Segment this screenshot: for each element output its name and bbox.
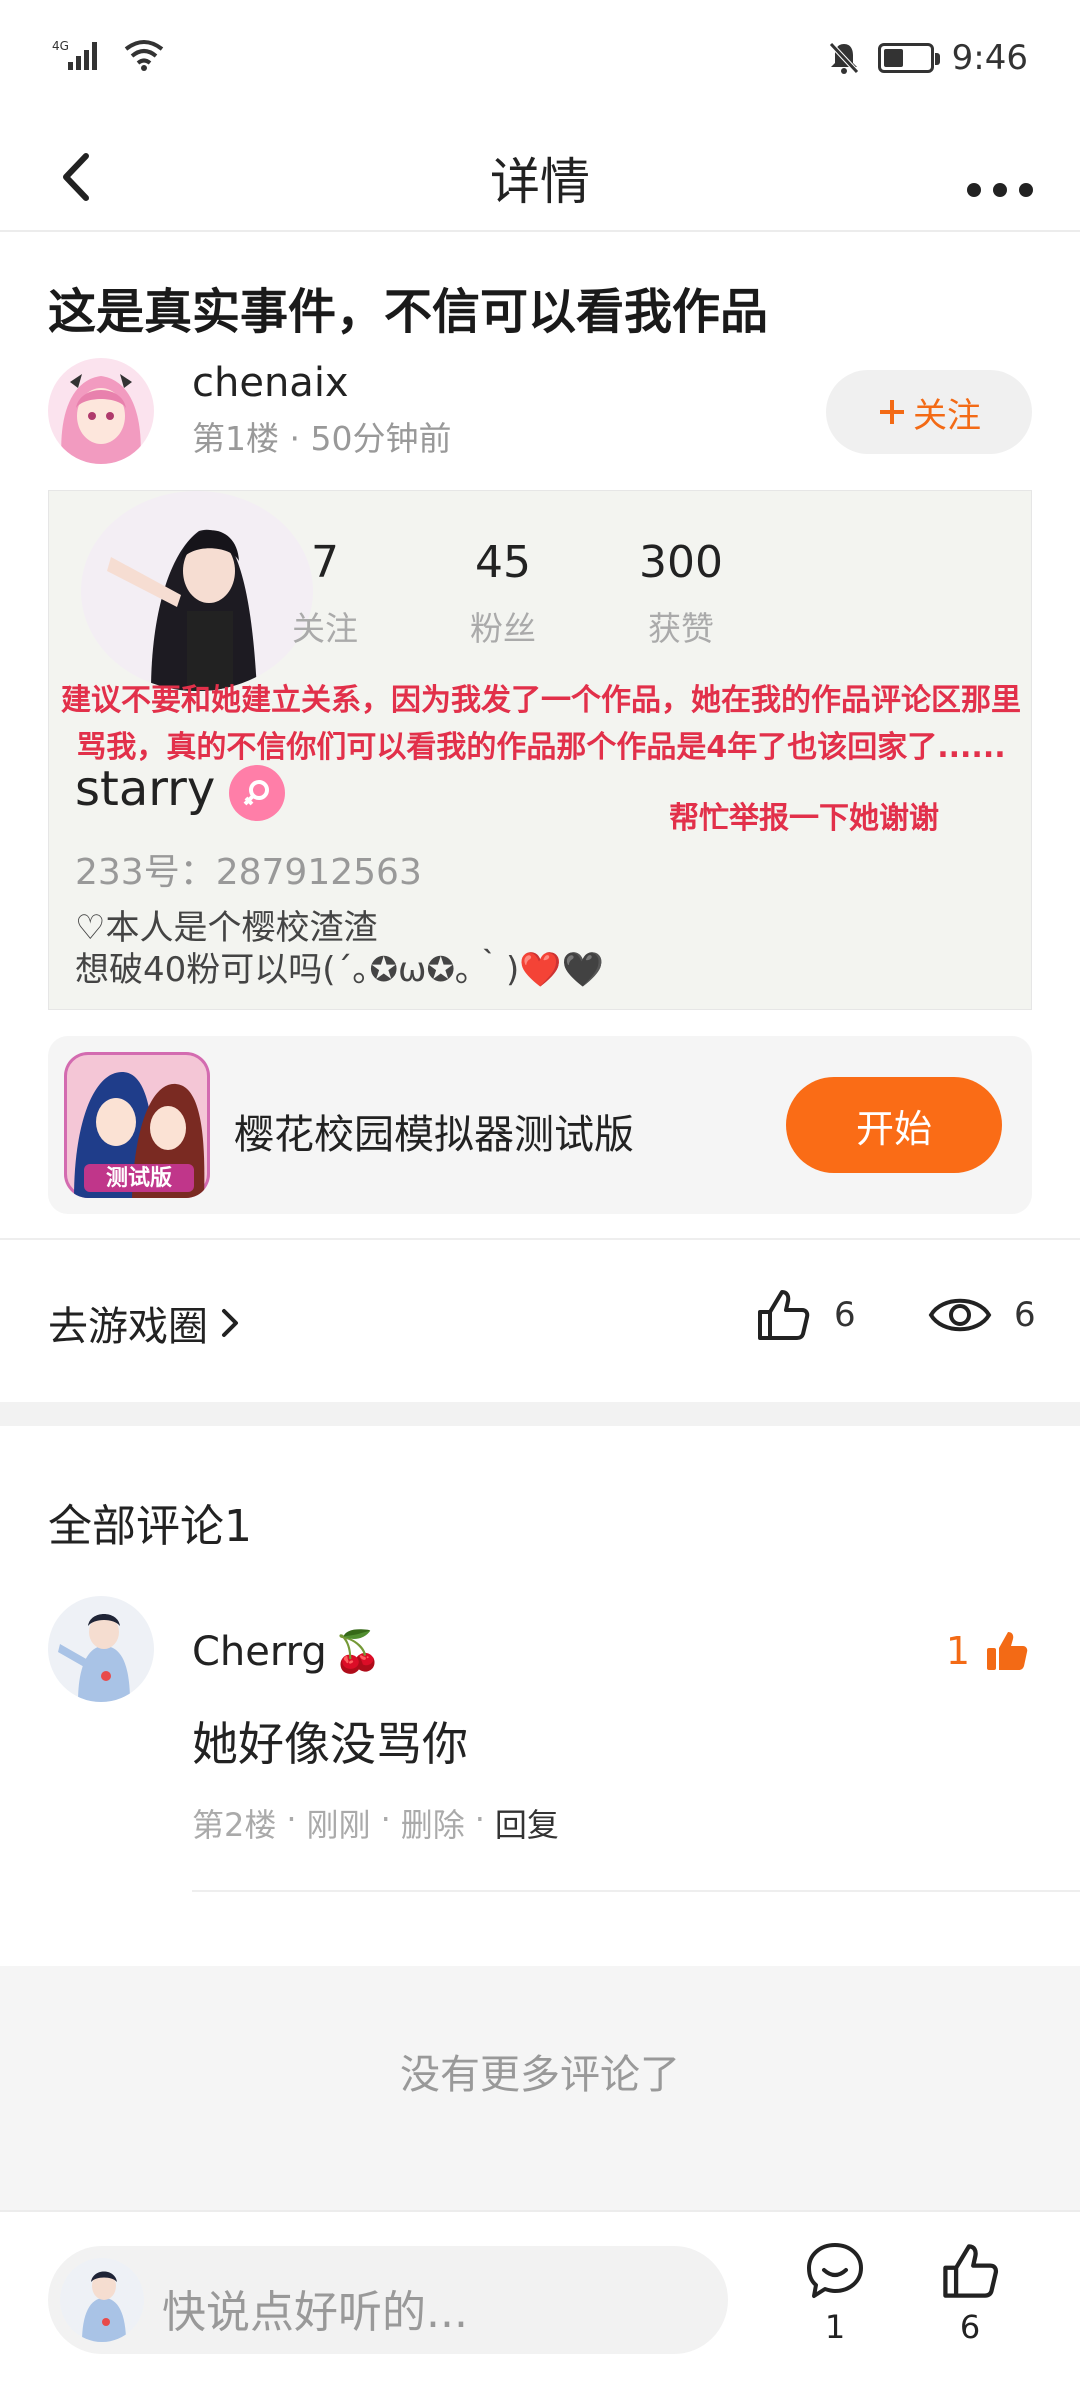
eye-icon (928, 1298, 992, 1332)
comments-header: 全部评论1 (48, 1501, 252, 1552)
status-right: 9:46 (828, 38, 1028, 78)
post-like-button[interactable]: 6 (754, 1286, 856, 1344)
notice-side-text: 帮忙举报一下她谢谢 (669, 801, 939, 836)
bell-muted-icon (828, 42, 859, 74)
profile-bio: ♡本人是个樱校渣渣 想破40粉可以吗(´｡✪ω✪｡｀)❤️🖤 (75, 907, 604, 991)
game-circle-link[interactable]: 去游戏圈 (48, 1294, 242, 1352)
start-button[interactable]: 开始 (786, 1077, 1002, 1173)
bio-line: ♡本人是个樱校渣渣 (75, 908, 378, 948)
status-bar: 4G 9:46 (0, 0, 1080, 118)
stat-label: 粉丝 (470, 609, 536, 648)
view-count: 6 (1014, 1295, 1036, 1335)
signal-icon: 4G (52, 39, 97, 70)
bio-line: 想破40粉可以吗(´｡✪ω✪｡｀)❤️🖤 (75, 950, 604, 990)
stat-label: 获赞 (648, 609, 714, 648)
chevron-right-icon (222, 1309, 238, 1337)
like-count: 6 (834, 1295, 856, 1335)
reply-button[interactable]: 回复 (495, 1800, 559, 1846)
battery-icon (877, 43, 940, 73)
notice-text: 建议不要和她建立关系，因为我发了一个作品，她在我的作品评论区那里骂我，真的不信你… (61, 683, 1021, 765)
stat-value: 300 (639, 537, 723, 588)
comment-like-button[interactable]: 1 (946, 1628, 1030, 1674)
stat-fans: 45 粉丝 (423, 537, 583, 650)
comment-divider (192, 1890, 1080, 1892)
comment-count: 1 (824, 2308, 846, 2346)
bottom-bar: 快说点好听的... 1 6 (0, 2210, 1080, 2388)
comment-author[interactable]: Cherrg 🍒 (192, 1628, 383, 1676)
comment-text: 她好像没骂你 (192, 1717, 468, 1771)
profile-id: 233号：287912563 (75, 852, 422, 893)
comment-floor: 第2楼 (192, 1806, 277, 1844)
thumbs-up-icon (758, 1290, 810, 1340)
status-left: 4G (52, 38, 164, 72)
battery-level (883, 49, 904, 67)
comment-avatar[interactable] (48, 1596, 154, 1702)
meta-separator: · (474, 1800, 485, 1838)
post-image[interactable]: 7 关注 45 粉丝 300 获赞 starry 233号：287912563 … (48, 490, 1032, 1010)
section-separator (0, 1402, 1080, 1426)
delete-button[interactable]: 删除 (401, 1800, 465, 1846)
comment-bubble-icon (807, 2243, 863, 2298)
bottom-like-button[interactable]: 6 (925, 2240, 1015, 2346)
thumbs-up-icon (943, 2244, 999, 2298)
game-circle-label: 去游戏圈 (48, 1304, 208, 1350)
stat-value: 45 (475, 537, 531, 588)
plus-icon (880, 400, 904, 424)
stat-following: 7 关注 (245, 537, 405, 650)
follow-button[interactable]: 关注 (826, 370, 1032, 454)
comment-author-name: Cherrg (192, 1628, 327, 1675)
author-meta: 第1楼 · 50分钟前 (192, 419, 452, 458)
stat-label: 关注 (292, 609, 358, 648)
author-name[interactable]: chenaix (192, 360, 349, 406)
comment-meta: 第2楼 · 刚刚 · 删除 · 回复 (192, 1800, 559, 1846)
game-card[interactable]: 测试版 樱花校园模拟器测试版 开始 (48, 1036, 1032, 1214)
more-dots-icon (967, 183, 1033, 197)
meta-separator: · (286, 1800, 297, 1838)
svg-text:4G: 4G (52, 39, 69, 53)
cherry-emoji: 🍒 (332, 1629, 383, 1675)
post-title: 这是真实事件，不信可以看我作品 (48, 284, 769, 340)
nav-bar: 详情 (0, 118, 1080, 232)
comment-time: 刚刚 (306, 1806, 371, 1844)
bottom-like-count: 6 (959, 2308, 981, 2346)
thumbs-up-filled-icon (987, 1632, 1028, 1670)
stat-likes: 300 获赞 (601, 537, 761, 650)
game-icon: 测试版 (64, 1052, 210, 1198)
wifi-icon (124, 40, 164, 71)
comment-input[interactable]: 快说点好听的... (48, 2246, 728, 2354)
comment-button[interactable]: 1 (790, 2240, 880, 2346)
author-avatar[interactable] (48, 358, 154, 464)
comment-like-count: 1 (945, 1629, 970, 1673)
input-placeholder: 快说点好听的... (162, 2287, 468, 2338)
game-name: 樱花校园模拟器测试版 (234, 1112, 634, 1158)
female-icon (229, 765, 285, 821)
meta-separator: · (380, 1800, 391, 1838)
no-more-comments: 没有更多评论了 (400, 2052, 680, 2098)
follow-label: 关注 (913, 395, 981, 436)
stat-value: 7 (311, 537, 339, 588)
svg-text:测试版: 测试版 (106, 1166, 172, 1191)
more-button[interactable] (960, 146, 1040, 206)
view-count-display: 6 (928, 1286, 1036, 1344)
page-title: 详情 (490, 153, 590, 211)
my-avatar (60, 2258, 144, 2342)
divider (0, 1238, 1080, 1240)
status-time: 9:46 (951, 38, 1028, 78)
